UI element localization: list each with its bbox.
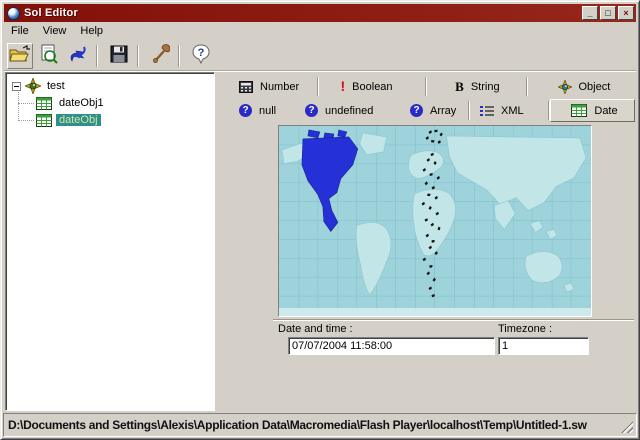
question-icon: ? <box>239 104 252 117</box>
save-disk-icon <box>110 45 128 66</box>
tab-label: XML <box>501 104 524 117</box>
tab-label: Object <box>578 80 611 93</box>
tab-null[interactable]: ? null <box>229 99 291 122</box>
tab-xml[interactable]: XML <box>470 99 548 122</box>
window-title: Sol Editor <box>24 7 78 19</box>
collapse-icon[interactable] <box>12 81 21 91</box>
tab-string[interactable]: B String <box>427 75 525 98</box>
exclamation-icon: ! <box>340 78 346 94</box>
maximize-button[interactable]: □ <box>600 6 616 20</box>
object-star-icon <box>557 79 572 94</box>
toolbar-separator <box>178 44 180 67</box>
tree-connector <box>18 103 34 104</box>
tools-button[interactable] <box>147 43 173 69</box>
tab-object[interactable]: Object <box>528 75 636 98</box>
tab-array[interactable]: ? Array <box>396 99 468 122</box>
open-folder-icon <box>9 45 31 66</box>
minimize-button[interactable]: _ <box>582 6 598 20</box>
app-icon <box>7 6 20 20</box>
save-button[interactable] <box>106 43 132 69</box>
menu-view[interactable]: View <box>36 23 74 39</box>
toolbar: ? <box>4 41 636 71</box>
help-button[interactable]: ? <box>188 43 214 69</box>
datetime-input[interactable] <box>288 337 495 355</box>
tree-root-label[interactable]: test <box>44 80 68 92</box>
type-tabs-row1: Number ! Boolean B String Object <box>229 75 635 98</box>
tree-root-row[interactable]: test <box>12 78 68 94</box>
refresh-button[interactable] <box>65 43 91 69</box>
status-bar: D:\Documents and Settings\Alexis\Applica… <box>3 413 637 437</box>
tab-boolean[interactable]: ! Boolean <box>319 75 426 98</box>
menu-file[interactable]: File <box>4 23 36 39</box>
tab-label: null <box>259 104 277 117</box>
table-icon <box>571 104 588 117</box>
open-file-button[interactable] <box>7 42 33 69</box>
tab-undefined[interactable]: ? undefined <box>291 99 396 122</box>
type-tabs-row2: ? null ? undefined ? Array XML Date <box>229 99 635 122</box>
tree-item-dateobj[interactable]: dateObj <box>36 112 101 128</box>
svg-text:?: ? <box>198 47 205 59</box>
group-divider <box>273 319 634 321</box>
tab-label: String <box>470 80 500 93</box>
tab-number[interactable]: Number <box>229 75 317 98</box>
list-icon <box>480 105 494 117</box>
calculator-icon <box>239 80 253 93</box>
tree-item-label[interactable]: dateObj1 <box>56 97 107 109</box>
toolbar-separator <box>96 44 98 67</box>
tab-label: Boolean <box>352 80 393 93</box>
bold-b-icon: B <box>455 78 464 94</box>
datetime-label: Date and time : <box>278 323 353 335</box>
tree-connector <box>18 120 34 121</box>
app-window: Sol Editor _ □ × File View Help ? test d… <box>0 0 640 440</box>
tree-item-label[interactable]: dateObj <box>56 114 101 126</box>
tab-label: Array <box>430 104 457 117</box>
resize-grip[interactable] <box>621 421 633 433</box>
toolbar-separator <box>137 44 139 67</box>
title-bar[interactable]: Sol Editor _ □ × <box>4 4 636 22</box>
tree-panel: test dateObj1 dateObj <box>5 72 215 411</box>
menu-bar: File View Help <box>4 22 636 40</box>
timezone-input[interactable] <box>498 337 589 355</box>
question-icon: ? <box>305 104 318 117</box>
tab-label: undefined <box>325 104 374 117</box>
tab-label: Number <box>260 80 300 93</box>
close-button[interactable]: × <box>618 6 634 20</box>
preview-button[interactable] <box>36 43 62 69</box>
swf-object-icon <box>25 78 41 94</box>
table-icon <box>36 96 52 110</box>
refresh-arrow-icon <box>68 44 88 67</box>
tab-date[interactable]: Date <box>550 99 635 122</box>
status-path: D:\Documents and Settings\Alexis\Applica… <box>8 418 587 432</box>
tree-item-dateobj1[interactable]: dateObj1 <box>36 95 107 111</box>
question-icon: ? <box>410 104 423 117</box>
tab-label: Date <box>594 104 618 117</box>
table-icon <box>36 113 52 127</box>
wrench-icon <box>150 44 171 67</box>
menu-help[interactable]: Help <box>73 23 110 39</box>
help-question-icon: ? <box>191 44 211 67</box>
timezone-world-map[interactable] <box>278 125 592 317</box>
timezone-label: Timezone : <box>498 323 553 335</box>
magnifier-icon <box>39 44 59 67</box>
